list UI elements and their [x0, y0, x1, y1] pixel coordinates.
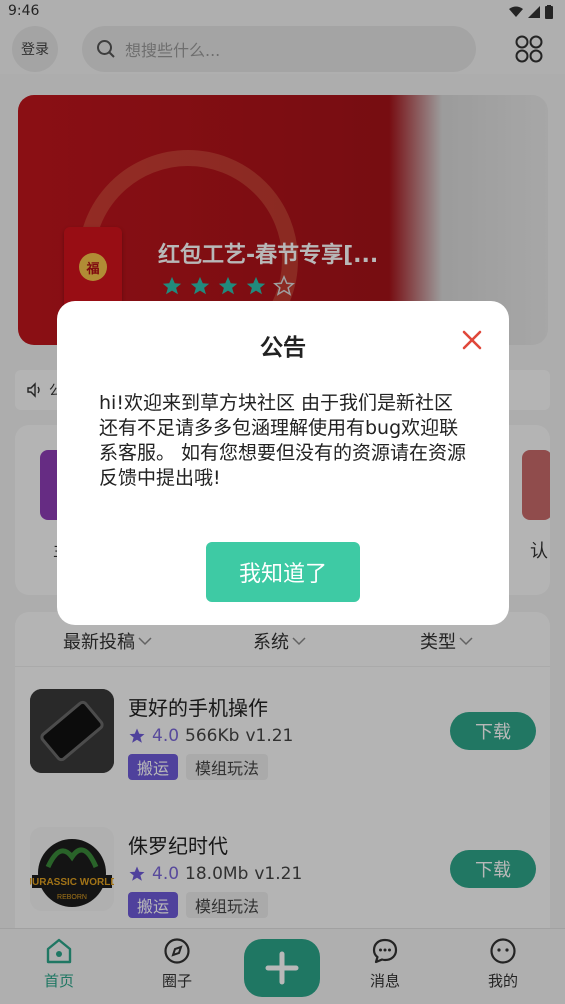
close-icon[interactable] — [461, 329, 483, 351]
dialog-title: 公告 — [260, 335, 306, 361]
dialog-body: hi!欢迎来到草方块社区 由于我们是新社区还有不足请多多包涵理解使用有bug欢迎… — [99, 392, 467, 489]
acknowledge-button[interactable]: 我知道了 — [206, 542, 360, 602]
announcement-dialog: 公告 hi!欢迎来到草方块社区 由于我们是新社区还有不足请多多包涵理解使用有bu… — [57, 301, 509, 625]
